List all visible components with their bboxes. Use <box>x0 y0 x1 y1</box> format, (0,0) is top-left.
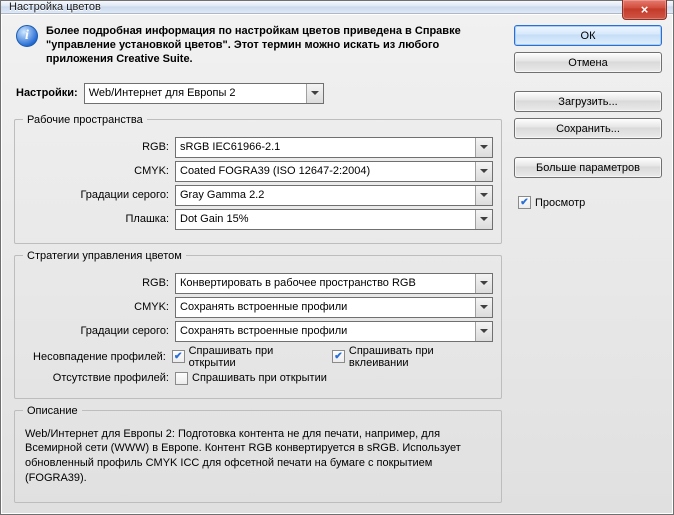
titlebar[interactable]: Настройка цветов × <box>1 1 673 14</box>
pol-cmyk-label: CMYK: <box>23 301 175 313</box>
ws-rgb-value: sRGB IEC61966-2.1 <box>180 141 280 153</box>
description-legend: Описание <box>23 405 82 417</box>
preview-checkbox[interactable]: Просмотр <box>514 196 662 209</box>
ws-cmyk-label: CMYK: <box>23 165 175 177</box>
window-title: Настройка цветов <box>9 1 101 13</box>
workspaces-fieldset: Рабочие пространства RGB: sRGB IEC61966-… <box>14 114 502 244</box>
missing-label: Отсутствие профилей: <box>23 372 175 384</box>
sidebar: ОК Отмена Загрузить... Сохранить... Боль… <box>514 25 662 503</box>
preset-value: Web/Интернет для Европы 2 <box>89 87 236 99</box>
chevron-down-icon <box>475 162 492 181</box>
pol-cmyk-dropdown[interactable]: Сохранять встроенные профили <box>175 297 493 318</box>
ws-spot-value: Dot Gain 15% <box>180 213 248 225</box>
close-icon: × <box>641 2 649 17</box>
chevron-down-icon <box>306 84 323 103</box>
cancel-button[interactable]: Отмена <box>514 52 662 73</box>
ws-spot-label: Плашка: <box>23 213 175 225</box>
ask-open-checkbox[interactable]: Спрашивать при открытии <box>172 345 321 369</box>
ws-gray-dropdown[interactable]: Gray Gamma 2.2 <box>175 185 493 206</box>
ok-button[interactable]: ОК <box>514 25 662 46</box>
ws-gray-label: Градации серого: <box>23 189 175 201</box>
preset-row: Настройки: Web/Интернет для Европы 2 <box>16 83 500 104</box>
ws-gray-value: Gray Gamma 2.2 <box>180 189 264 201</box>
workspaces-legend: Рабочие пространства <box>23 114 147 126</box>
ws-cmyk-value: Coated FOGRA39 (ISO 12647-2:2004) <box>180 165 370 177</box>
ws-spot-dropdown[interactable]: Dot Gain 15% <box>175 209 493 230</box>
checkbox-icon <box>332 350 345 363</box>
ws-rgb-label: RGB: <box>23 141 175 153</box>
pol-rgb-dropdown[interactable]: Конвертировать в рабочее пространство RG… <box>175 273 493 294</box>
policies-fieldset: Стратегии управления цветом RGB: Конверт… <box>14 250 502 399</box>
ws-cmyk-dropdown[interactable]: Coated FOGRA39 (ISO 12647-2:2004) <box>175 161 493 182</box>
policies-legend: Стратегии управления цветом <box>23 250 186 262</box>
pol-rgb-value: Конвертировать в рабочее пространство RG… <box>180 277 416 289</box>
pol-gray-value: Сохранять встроенные профили <box>180 325 347 337</box>
missing-ask-open-checkbox[interactable]: Спрашивать при открытии <box>175 372 327 385</box>
description-text: Web/Интернет для Европы 2: Подготовка ко… <box>23 425 493 492</box>
main-column: i Более подробная информация по настройк… <box>12 25 504 503</box>
checkbox-icon <box>175 372 188 385</box>
description-fieldset: Описание Web/Интернет для Европы 2: Подг… <box>14 405 502 503</box>
ask-paste-label: Спрашивать при вклеивании <box>349 345 493 369</box>
load-button[interactable]: Загрузить... <box>514 91 662 112</box>
content-area: i Более подробная информация по настройк… <box>1 14 673 514</box>
pol-cmyk-value: Сохранять встроенные профили <box>180 301 347 313</box>
preset-label: Настройки: <box>16 87 78 99</box>
pol-gray-label: Градации серого: <box>23 325 175 337</box>
ws-rgb-dropdown[interactable]: sRGB IEC61966-2.1 <box>175 137 493 158</box>
save-button[interactable]: Сохранить... <box>514 118 662 139</box>
close-button[interactable]: × <box>622 0 667 20</box>
preset-dropdown[interactable]: Web/Интернет для Европы 2 <box>84 83 324 104</box>
checkbox-icon <box>518 196 531 209</box>
chevron-down-icon <box>475 298 492 317</box>
more-options-button[interactable]: Больше параметров <box>514 157 662 178</box>
checkbox-icon <box>172 350 185 363</box>
info-icon: i <box>16 25 38 47</box>
chevron-down-icon <box>475 322 492 341</box>
mismatch-label: Несовпадение профилей: <box>23 351 172 363</box>
preview-label: Просмотр <box>535 197 585 209</box>
chevron-down-icon <box>475 138 492 157</box>
chevron-down-icon <box>475 274 492 293</box>
chevron-down-icon <box>475 186 492 205</box>
pol-gray-dropdown[interactable]: Сохранять встроенные профили <box>175 321 493 342</box>
chevron-down-icon <box>475 210 492 229</box>
missing-ask-open-label: Спрашивать при открытии <box>192 372 327 384</box>
info-text: Более подробная информация по настройкам… <box>46 25 500 66</box>
pol-rgb-label: RGB: <box>23 277 175 289</box>
ask-paste-checkbox[interactable]: Спрашивать при вклеивании <box>332 345 493 369</box>
info-row: i Более подробная информация по настройк… <box>12 25 504 70</box>
color-settings-window: Настройка цветов × i Более подробная инф… <box>0 0 674 515</box>
ask-open-label: Спрашивать при открытии <box>189 345 321 369</box>
